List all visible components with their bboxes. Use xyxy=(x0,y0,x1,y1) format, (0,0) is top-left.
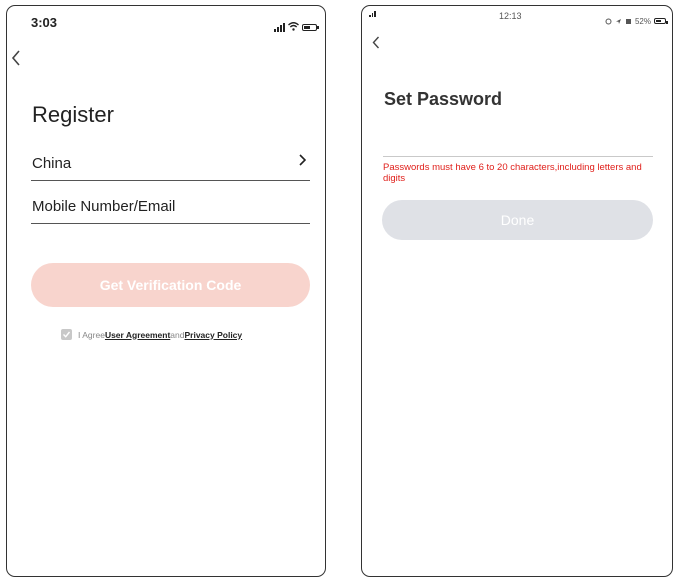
page-title: Set Password xyxy=(384,89,503,109)
password-input[interactable] xyxy=(383,131,653,157)
register-screen: 3:03 Register China Mobile Number/Email xyxy=(6,5,326,577)
signal-icon xyxy=(369,11,376,17)
agree-conjunction: and xyxy=(170,329,185,340)
status-time: 12:13 xyxy=(499,11,522,21)
agree-prefix: I Agree xyxy=(78,329,105,340)
page-title: Register xyxy=(32,102,114,127)
set-password-screen: 12:13 52% Set Password Passwords must ha… xyxy=(361,5,673,577)
done-button[interactable]: Done xyxy=(382,200,653,240)
get-verification-code-button[interactable]: Get Verification Code xyxy=(31,263,310,307)
navigation-arrow-icon xyxy=(615,12,622,30)
battery-percent: 52% xyxy=(634,16,651,26)
password-hint: Passwords must have 6 to 20 characters,i… xyxy=(383,162,642,184)
status-icons xyxy=(274,18,319,36)
agreement-row: I Agree User Agreement and Privacy Polic… xyxy=(61,329,242,340)
alarm-icon xyxy=(625,12,632,30)
status-bar: 3:03 xyxy=(7,6,325,36)
country-value: China xyxy=(32,155,72,172)
back-arrow-icon[interactable] xyxy=(372,36,380,54)
agree-checkbox[interactable] xyxy=(61,329,72,340)
mobile-email-field[interactable]: Mobile Number/Email xyxy=(31,192,310,224)
country-selector[interactable]: China xyxy=(31,149,310,181)
battery-icon xyxy=(302,23,319,31)
wifi-icon xyxy=(288,18,299,36)
checkmark-icon xyxy=(63,331,71,338)
chevron-right-icon xyxy=(299,153,307,171)
status-icons: 52% xyxy=(605,12,668,30)
mobile-email-placeholder: Mobile Number/Email xyxy=(32,198,176,215)
user-agreement-link[interactable]: User Agreement xyxy=(105,330,170,340)
signal-icon xyxy=(274,22,285,32)
status-time: 3:03 xyxy=(31,15,58,30)
back-arrow-icon[interactable] xyxy=(11,50,21,71)
battery-icon xyxy=(654,18,668,24)
screenshot-stage: 3:03 Register China Mobile Number/Email xyxy=(0,0,673,578)
location-icon xyxy=(605,12,612,30)
status-bar: 12:13 52% xyxy=(362,6,672,36)
privacy-policy-link[interactable]: Privacy Policy xyxy=(184,330,242,340)
